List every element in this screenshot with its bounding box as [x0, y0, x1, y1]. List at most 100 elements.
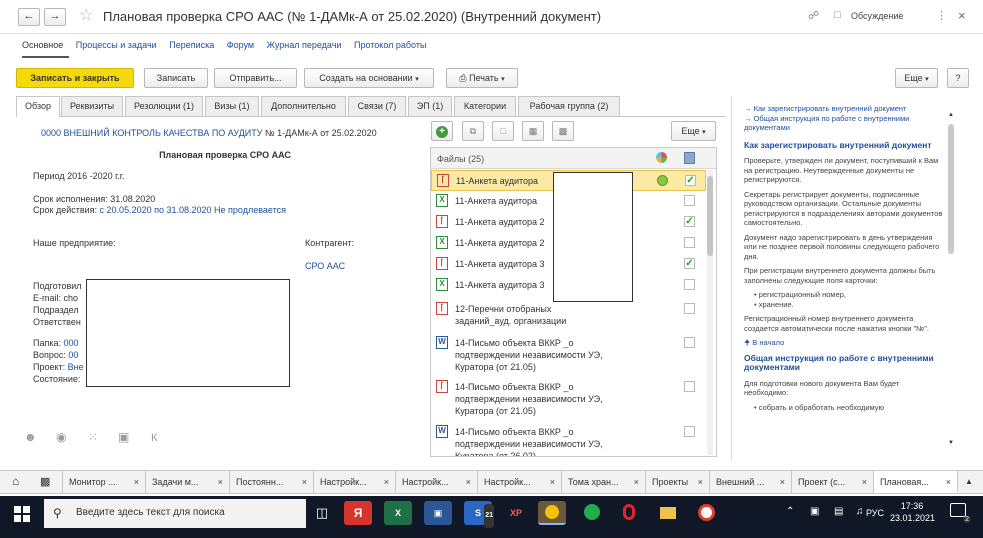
open-tab[interactable]: Постоянн... × — [230, 471, 314, 493]
yandex-app-icon[interactable] — [692, 501, 720, 525]
question-link[interactable]: 00 — [68, 350, 78, 360]
folder-link[interactable]: 000 — [64, 338, 79, 348]
opera-app-icon[interactable] — [616, 501, 644, 525]
project-link[interactable]: Вне — [68, 362, 84, 372]
tray-language[interactable]: РУС — [866, 508, 884, 518]
lock-file-button[interactable]: ▩ — [552, 121, 574, 141]
open-file-button[interactable]: □ — [492, 121, 514, 141]
save-close-button[interactable]: Записать и закрыть — [16, 68, 134, 88]
more-menu-icon[interactable]: ⋮ — [936, 9, 947, 22]
whatsapp-app-icon[interactable] — [578, 501, 606, 525]
close-icon[interactable]: × — [780, 471, 785, 493]
save-button[interactable]: Записать — [144, 68, 208, 88]
attach-icon[interactable]: ⁙ — [88, 430, 98, 444]
open-tab[interactable]: Внешний ... × — [710, 471, 792, 493]
file-checkbox[interactable] — [684, 195, 695, 206]
edit-file-button[interactable]: ▦ — [522, 121, 544, 141]
close-icon[interactable]: × — [862, 471, 867, 493]
chat-icon[interactable]: ▣ — [118, 430, 129, 444]
open-tab[interactable]: Тома хран... × — [562, 471, 646, 493]
yandex-browser-icon[interactable]: Я — [344, 501, 372, 525]
section-tab-work-log[interactable]: Протокол работы — [354, 40, 426, 50]
tab-signatures[interactable]: ЭП (1) — [408, 96, 452, 116]
file-row[interactable]: W 14-Письмо объекта ВККР _о подтверждени… — [431, 422, 706, 456]
files-scrollbar[interactable] — [707, 170, 713, 455]
home-icon[interactable]: ⌂ — [12, 474, 19, 488]
section-tab-correspondence[interactable]: Переписка — [169, 40, 214, 50]
close-icon[interactable]: × — [698, 471, 703, 493]
tab-resolutions[interactable]: Резолюции (1) — [125, 96, 203, 116]
star-icon[interactable]: ☆ — [79, 5, 93, 25]
tray-volume-icon[interactable]: ♫ — [856, 506, 864, 517]
help-top-link-1[interactable]: → Как зарегистрировать внутренний докуме… — [744, 104, 944, 114]
open-tab[interactable]: Монитор ... × — [62, 471, 146, 493]
open-tab-active[interactable]: Плановая... × — [874, 471, 958, 493]
section-tab-processes[interactable]: Процессы и задачи — [76, 40, 157, 50]
tray-device-icon[interactable]: ▣ — [810, 506, 819, 517]
back-button[interactable]: ← — [18, 8, 40, 26]
file-row[interactable]: W 14-Письмо объекта ВККР _о подтверждени… — [431, 333, 706, 375]
section-tab-transfer-log[interactable]: Журнал передачи — [267, 40, 342, 50]
chat-bubble-icon[interactable]: ▩ — [40, 475, 50, 488]
task-view-icon[interactable]: ◫ — [308, 501, 336, 525]
close-icon[interactable]: × — [302, 471, 307, 493]
files-more-button[interactable]: Еще ▾ — [671, 121, 716, 141]
taskbar-search[interactable]: ⚲ Введите здесь текст для поиска — [44, 499, 306, 528]
user-add-icon[interactable]: ☻ — [24, 430, 37, 444]
close-icon[interactable]: × — [218, 471, 223, 493]
file-row[interactable]: ⌈ 14-Письмо объекта ВККР _о подтверждени… — [431, 377, 706, 419]
tray-network-icon[interactable]: ▤ — [834, 506, 843, 517]
tabs-scroll-up-icon[interactable]: ▲ — [965, 477, 973, 486]
file-checkbox-checked[interactable]: ✓ — [684, 216, 695, 227]
k-icon[interactable]: К — [151, 432, 157, 444]
file-explorer-icon[interactable] — [654, 501, 682, 525]
file-row[interactable]: ⌈ 12-Перечни отобраных заданий_ауд. орга… — [431, 299, 706, 329]
tab-additional[interactable]: Дополнительно — [261, 96, 346, 116]
close-icon[interactable]: × — [946, 471, 951, 491]
discuss-label[interactable]: Обсуждение — [851, 11, 903, 21]
send-button[interactable]: Отправить... — [214, 68, 297, 88]
open-tab[interactable]: Настройк... × — [314, 471, 396, 493]
file-checkbox[interactable] — [684, 381, 695, 392]
file-checkbox[interactable] — [684, 303, 695, 314]
file-checkbox[interactable] — [684, 279, 695, 290]
tab-workgroup[interactable]: Рабочая группа (2) — [518, 96, 620, 116]
close-icon[interactable]: × — [134, 471, 139, 493]
open-tab[interactable]: Задачи м... × — [146, 471, 230, 493]
open-tab[interactable]: Настройк... × — [478, 471, 562, 493]
counterparty-link[interactable]: СРО ААС — [305, 261, 345, 271]
onec-app-icon[interactable] — [538, 501, 566, 525]
validity-link[interactable]: с 20.05.2020 по 31.08.2020 Не продлевает… — [100, 205, 286, 215]
create-based-button[interactable]: Создать на основании ▾ — [304, 68, 434, 88]
open-tab[interactable]: Настройк... × — [396, 471, 478, 493]
close-icon[interactable]: × — [466, 471, 471, 493]
close-icon[interactable]: × — [384, 471, 389, 493]
help-back-link[interactable]: 🠉 В начало — [744, 338, 944, 348]
scroll-up-icon[interactable]: ▲ — [948, 112, 954, 118]
forward-button[interactable]: → — [44, 8, 66, 26]
open-tab[interactable]: Проект (с... × — [792, 471, 874, 493]
close-icon[interactable]: × — [550, 471, 555, 493]
section-tab-main[interactable]: Основное — [22, 40, 63, 50]
tab-requisites[interactable]: Реквизиты — [61, 96, 123, 116]
section-tab-forum[interactable]: Форум — [227, 40, 254, 50]
windows-start-icon[interactable] — [14, 506, 30, 522]
close-icon[interactable]: × — [634, 471, 639, 493]
doc-kind-link[interactable]: 0000 ВНЕШНИЙ КОНТРОЛЬ КАЧЕСТВА ПО АУДИТУ — [41, 128, 263, 138]
discuss-icon[interactable]: □ — [834, 9, 841, 21]
file-checkbox[interactable] — [684, 237, 695, 248]
file-checkbox-checked[interactable]: ✓ — [685, 175, 696, 186]
excel-app-icon[interactable]: X — [384, 501, 412, 525]
tray-chevron-icon[interactable]: ⌃ — [786, 506, 794, 517]
open-tab[interactable]: Проекты × — [646, 471, 710, 493]
link-icon[interactable]: ☍ — [808, 9, 819, 22]
xp-app-icon[interactable]: XP — [502, 501, 530, 525]
copy-file-button[interactable]: ⧉ — [462, 121, 484, 141]
help-button[interactable]: ? — [947, 68, 969, 88]
tab-overview[interactable]: Обзор — [16, 96, 60, 117]
tab-categories[interactable]: Категории — [454, 96, 516, 116]
tab-links[interactable]: Связи (7) — [348, 96, 406, 116]
add-file-button[interactable]: + — [431, 121, 453, 141]
scroll-down-icon[interactable]: ▼ — [948, 440, 954, 446]
tab-visas[interactable]: Визы (1) — [205, 96, 259, 116]
